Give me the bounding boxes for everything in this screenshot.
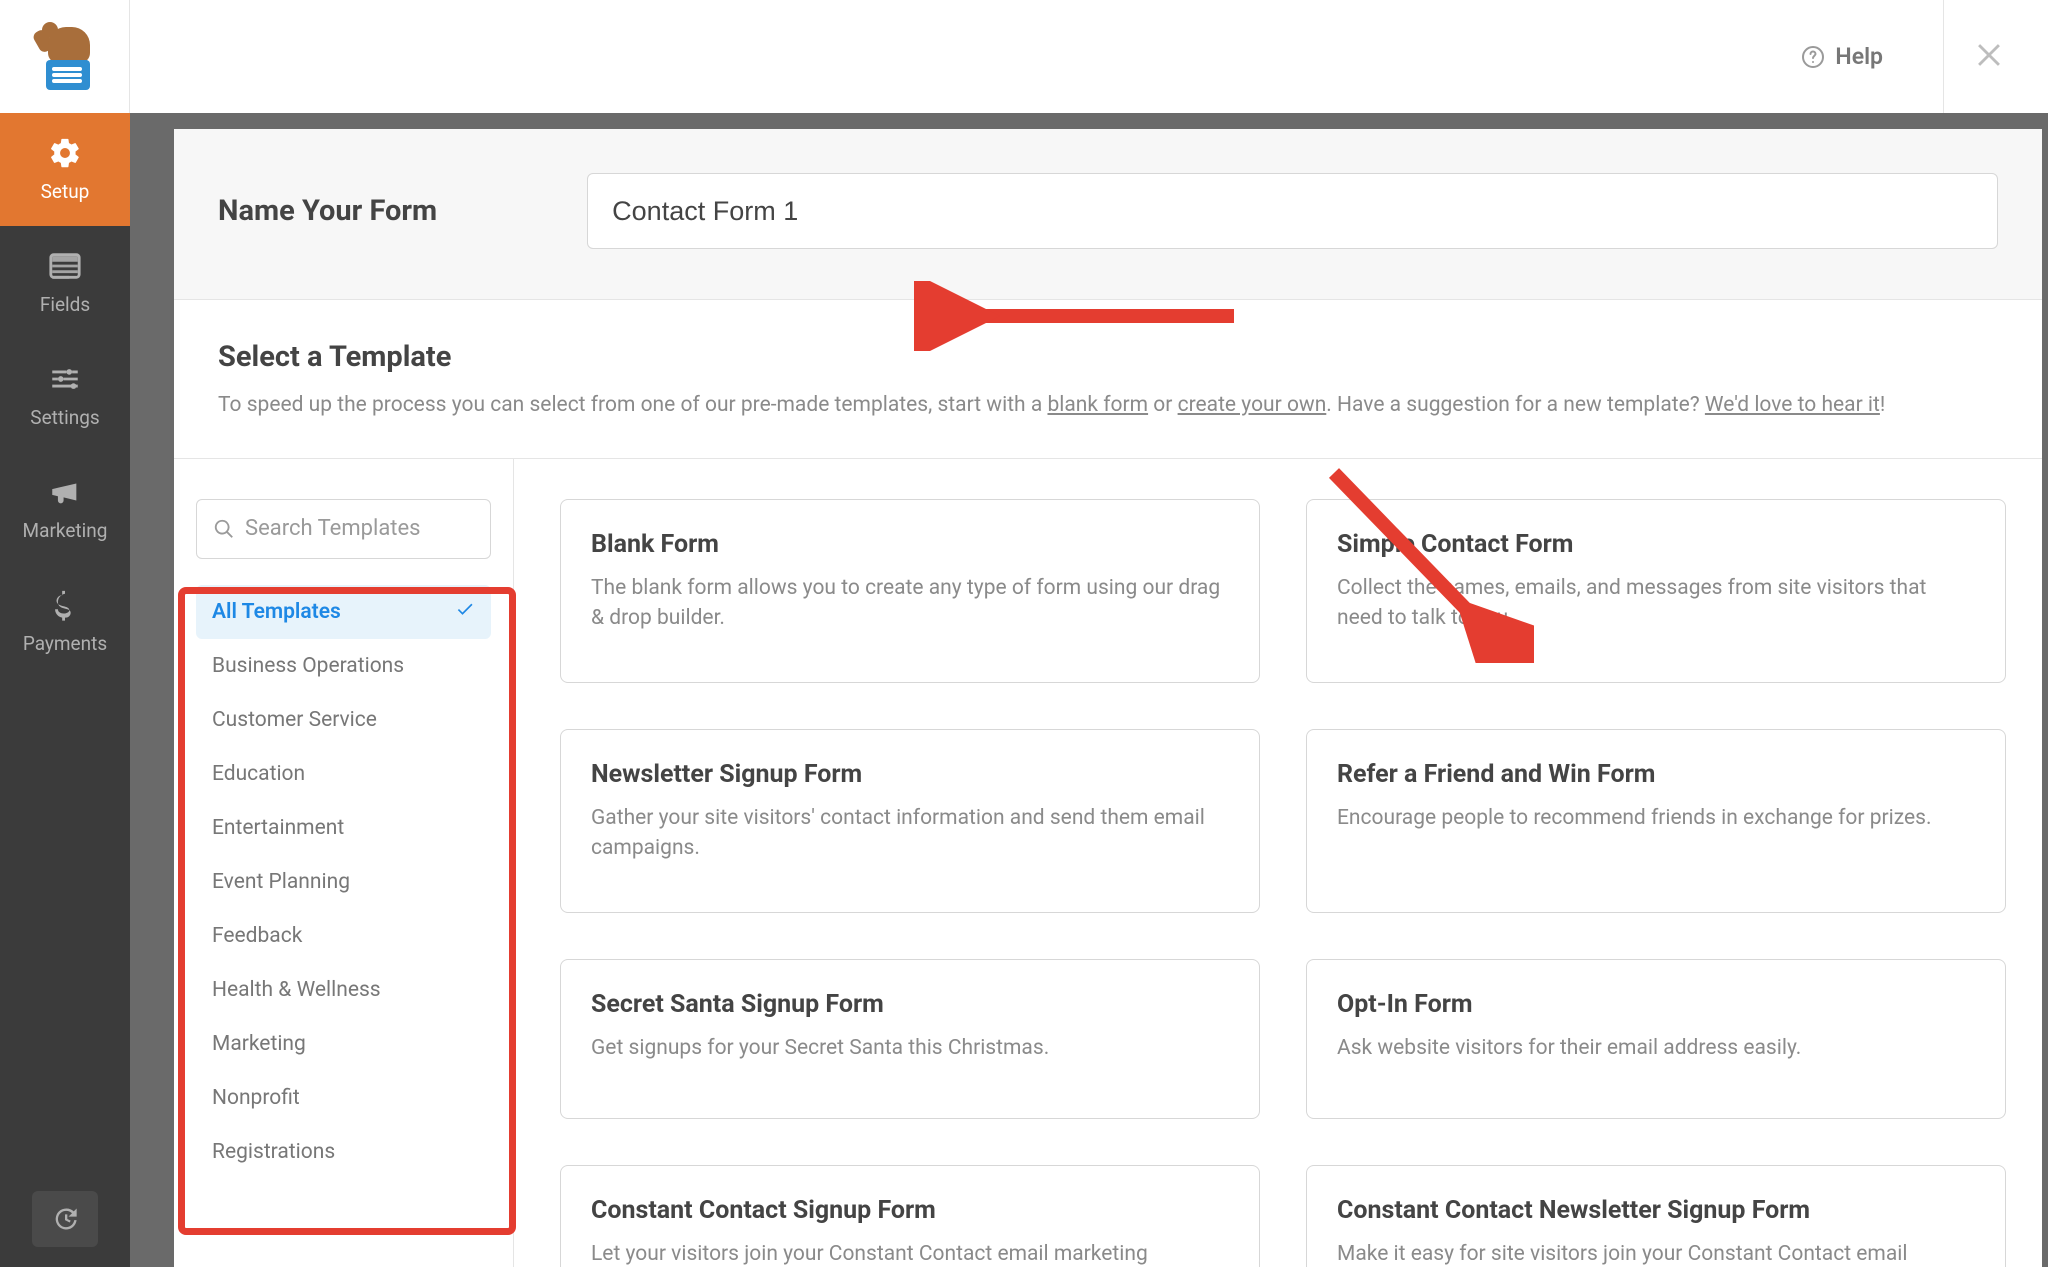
template-title: Blank Form: [591, 530, 1229, 559]
template-title: Opt-In Form: [1337, 990, 1975, 1019]
template-desc: Ask website visitors for their email add…: [1337, 1033, 1975, 1063]
feedback-link[interactable]: We'd love to hear it: [1705, 393, 1880, 417]
nav-label: Fields: [40, 293, 90, 316]
fields-icon: [48, 249, 82, 283]
category-education[interactable]: Education: [196, 747, 491, 801]
sliders-icon: [48, 362, 82, 396]
template-card-refer-friend[interactable]: Refer a Friend and Win Form Encourage pe…: [1306, 729, 2006, 913]
close-button[interactable]: [1974, 38, 2008, 76]
category-business-operations[interactable]: Business Operations: [196, 639, 491, 693]
template-title: Refer a Friend and Win Form: [1337, 760, 1975, 789]
template-title: Newsletter Signup Form: [591, 760, 1229, 789]
template-desc: Make it easy for site visitors join your…: [1337, 1239, 1975, 1267]
history-icon: [51, 1205, 79, 1233]
template-desc: Encourage people to recommend friends in…: [1337, 803, 1975, 833]
logo: [30, 22, 100, 92]
history-button[interactable]: [32, 1191, 98, 1247]
name-section: Name Your Form: [174, 129, 2042, 300]
category-label: Health & Wellness: [212, 978, 381, 1002]
desc-text: !: [1880, 393, 1885, 417]
create-own-link[interactable]: create your own: [1178, 393, 1327, 417]
desc-text: To speed up the process you can select f…: [218, 393, 1047, 417]
help-label: Help: [1835, 43, 1883, 70]
help-button[interactable]: Help: [1801, 43, 1913, 70]
template-desc: The blank form allows you to create any …: [591, 573, 1229, 634]
template-card-newsletter-signup[interactable]: Newsletter Signup Form Gather your site …: [560, 729, 1260, 913]
category-feedback[interactable]: Feedback: [196, 909, 491, 963]
gear-icon: [48, 136, 82, 170]
template-title: Constant Contact Newsletter Signup Form: [1337, 1196, 1975, 1225]
search-placeholder: Search Templates: [245, 516, 421, 541]
category-label: Education: [212, 762, 305, 786]
canvas-bg: Name Your Form Select a Template To spee…: [130, 113, 2048, 1267]
close-icon: [1974, 38, 2008, 72]
desc-text: or: [1148, 393, 1178, 417]
category-marketing[interactable]: Marketing: [196, 1017, 491, 1071]
nav-label: Setup: [41, 180, 90, 203]
category-health-wellness[interactable]: Health & Wellness: [196, 963, 491, 1017]
templates-grid: Blank Form The blank form allows you to …: [514, 459, 2042, 1267]
template-title: Simple Contact Form: [1337, 530, 1975, 559]
search-templates-input[interactable]: Search Templates: [196, 499, 491, 559]
logo-container: [0, 0, 130, 113]
name-form-label: Name Your Form: [218, 194, 437, 228]
category-label: Registrations: [212, 1140, 335, 1164]
search-icon: [213, 518, 235, 540]
select-template-desc: To speed up the process you can select f…: [218, 390, 1998, 422]
template-card-constant-contact-signup[interactable]: Constant Contact Signup Form Let your vi…: [560, 1165, 1260, 1267]
category-all-templates[interactable]: All Templates: [196, 585, 491, 639]
template-desc: Collect the names, emails, and messages …: [1337, 573, 1975, 634]
template-card-opt-in[interactable]: Opt-In Form Ask website visitors for the…: [1306, 959, 2006, 1119]
template-desc: Gather your site visitors' contact infor…: [591, 803, 1229, 864]
template-body: Search Templates All Templates Business …: [174, 459, 2042, 1267]
nav-label: Settings: [30, 406, 99, 429]
topbar: Help: [0, 0, 2048, 113]
nav-setup[interactable]: Setup: [0, 113, 130, 226]
help-icon: [1801, 45, 1825, 69]
nav-fields[interactable]: Fields: [0, 226, 130, 339]
dollar-icon: [48, 588, 82, 622]
category-registrations[interactable]: Registrations: [196, 1125, 491, 1179]
desc-text: . Have a suggestion for a new template?: [1326, 393, 1705, 417]
category-event-planning[interactable]: Event Planning: [196, 855, 491, 909]
select-template-title: Select a Template: [218, 340, 1998, 374]
nav-payments[interactable]: Payments: [0, 565, 130, 678]
template-desc: Let your visitors join your Constant Con…: [591, 1239, 1229, 1267]
category-label: Event Planning: [212, 870, 350, 894]
bullhorn-icon: [48, 475, 82, 509]
category-entertainment[interactable]: Entertainment: [196, 801, 491, 855]
category-label: Nonprofit: [212, 1086, 300, 1110]
category-label: Customer Service: [212, 708, 377, 732]
category-label: Entertainment: [212, 816, 344, 840]
categories-column: Search Templates All Templates Business …: [174, 459, 514, 1267]
builder-sidebar: Setup Fields Settings Marketing Payments: [0, 113, 130, 1267]
topbar-right: Help: [1801, 0, 2048, 113]
category-label: Business Operations: [212, 654, 404, 678]
nav-settings[interactable]: Settings: [0, 339, 130, 452]
form-name-input[interactable]: [587, 173, 1998, 249]
blank-form-link[interactable]: blank form: [1047, 393, 1148, 417]
template-title: Secret Santa Signup Form: [591, 990, 1229, 1019]
template-title: Constant Contact Signup Form: [591, 1196, 1229, 1225]
template-desc: Get signups for your Secret Santa this C…: [591, 1033, 1229, 1063]
template-card-constant-contact-newsletter[interactable]: Constant Contact Newsletter Signup Form …: [1306, 1165, 2006, 1267]
template-card-blank-form[interactable]: Blank Form The blank form allows you to …: [560, 499, 1260, 683]
nav-label: Marketing: [23, 519, 108, 542]
divider: [1943, 0, 1944, 113]
category-label: All Templates: [212, 600, 341, 624]
template-card-secret-santa[interactable]: Secret Santa Signup Form Get signups for…: [560, 959, 1260, 1119]
template-header: Select a Template To speed up the proces…: [174, 300, 2042, 459]
nav-label: Payments: [23, 632, 107, 655]
template-card-simple-contact-form[interactable]: Simple Contact Form Collect the names, e…: [1306, 499, 2006, 683]
category-label: Marketing: [212, 1032, 306, 1056]
nav-marketing[interactable]: Marketing: [0, 452, 130, 565]
check-icon: [455, 599, 475, 625]
category-customer-service[interactable]: Customer Service: [196, 693, 491, 747]
setup-panel: Name Your Form Select a Template To spee…: [174, 129, 2042, 1267]
category-nonprofit[interactable]: Nonprofit: [196, 1071, 491, 1125]
category-label: Feedback: [212, 924, 302, 948]
